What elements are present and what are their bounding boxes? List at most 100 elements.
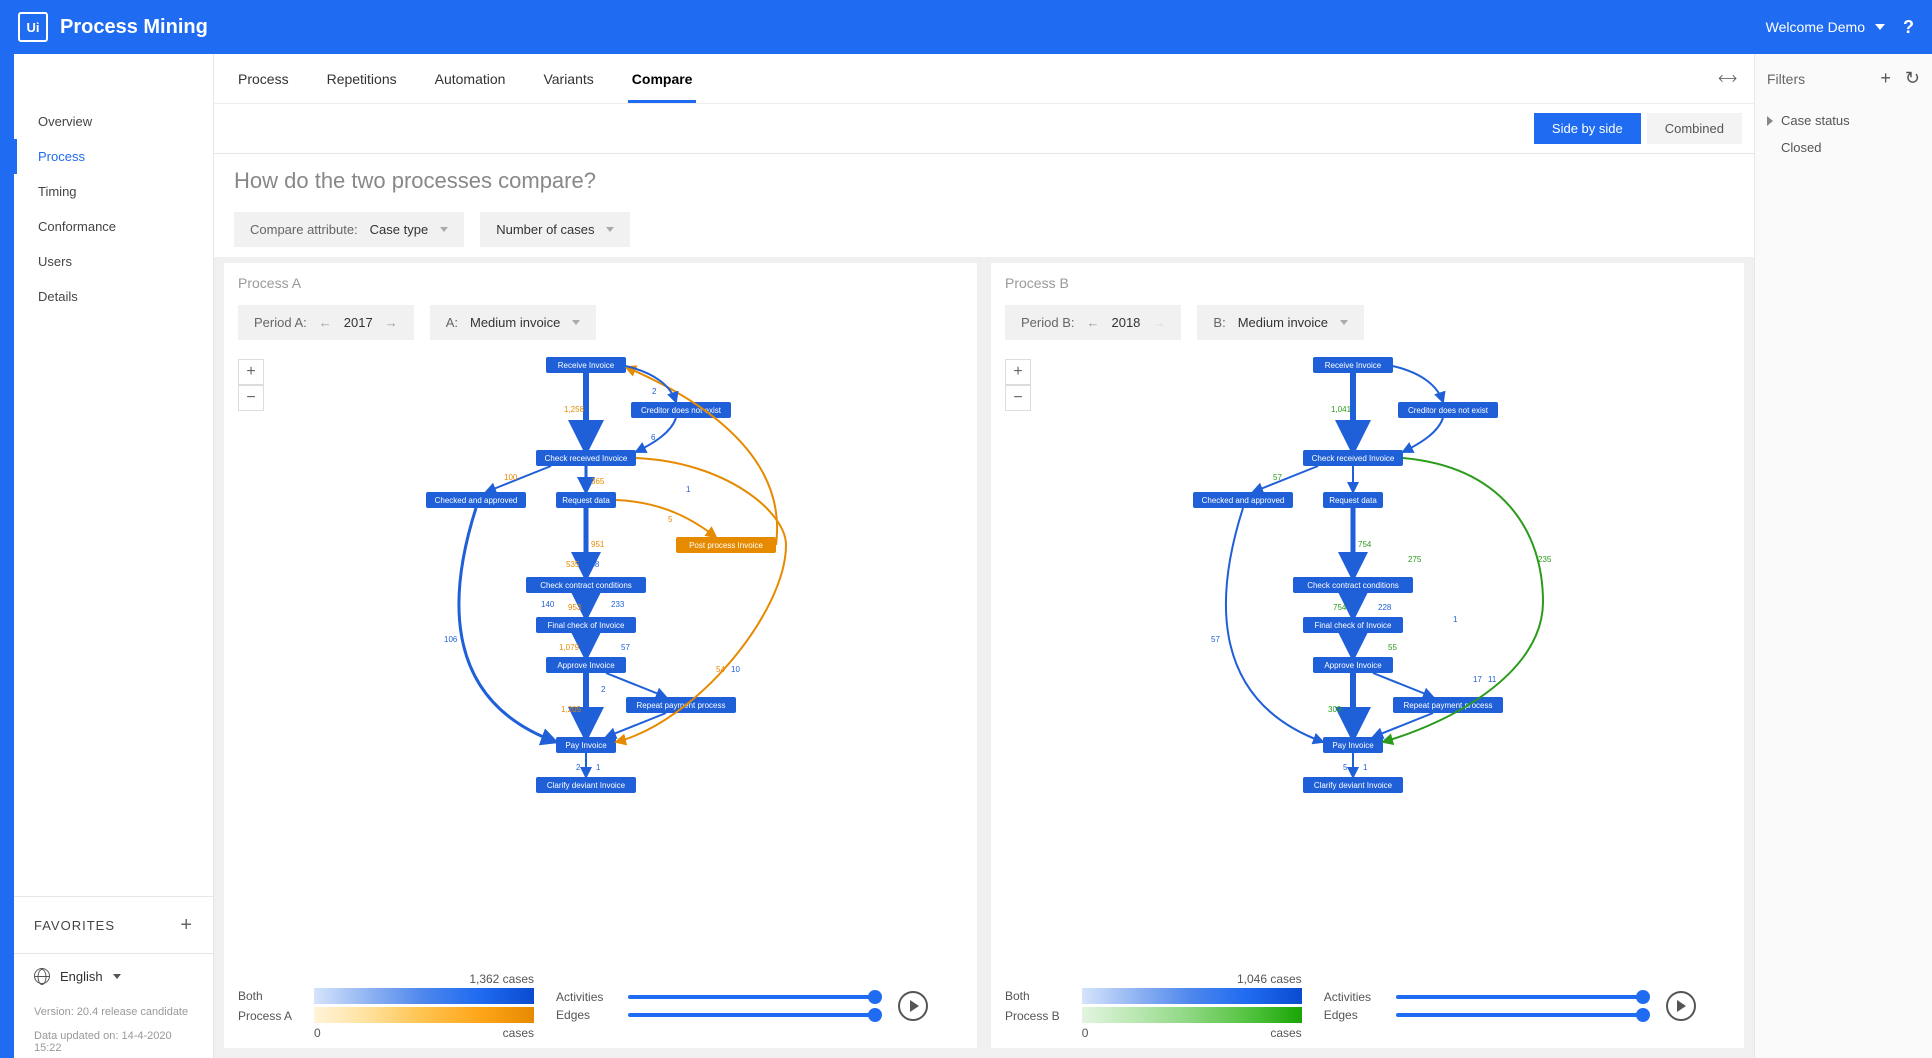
svg-text:5: 5 <box>1343 763 1348 772</box>
play-button-a[interactable] <box>898 991 928 1021</box>
svg-text:1,205: 1,205 <box>561 705 582 714</box>
compare-attr-label: Compare attribute: <box>250 222 358 237</box>
slider-thumb[interactable] <box>868 1008 882 1022</box>
slider-thumb[interactable] <box>1636 1008 1650 1022</box>
nav-details[interactable]: Details <box>14 279 213 314</box>
svg-text:Creditor does not exist: Creditor does not exist <box>1407 406 1488 415</box>
add-filter-icon[interactable]: + <box>1880 68 1891 89</box>
tab-compare[interactable]: Compare <box>628 55 697 103</box>
process-a-title: Process A <box>238 275 963 291</box>
process-b-graph[interactable]: Receive Invoice Creditor does not exist … <box>1153 352 1583 882</box>
globe-icon <box>34 968 50 984</box>
activities-slider-b[interactable] <box>1396 995 1644 999</box>
chevron-down-icon <box>1875 24 1885 30</box>
add-favorite-icon[interactable]: + <box>180 915 193 935</box>
nav-users[interactable]: Users <box>14 244 213 279</box>
zoom-out-button[interactable]: − <box>238 385 264 411</box>
arrow-right-icon[interactable]: → <box>385 315 398 330</box>
play-icon <box>910 1000 919 1012</box>
attr-b-selector[interactable]: B: Medium invoice <box>1197 305 1364 340</box>
slider-thumb[interactable] <box>868 990 882 1004</box>
edges-slider-label: Edges <box>556 1008 616 1022</box>
nav-process[interactable]: Process <box>14 139 213 174</box>
metric-value: Number of cases <box>496 222 594 237</box>
refresh-icon[interactable]: ↻ <box>1905 68 1920 89</box>
expand-icon[interactable]: ⤢ <box>1714 66 1739 91</box>
filter-case-status[interactable]: Case status <box>1767 107 1920 134</box>
svg-text:1: 1 <box>686 485 691 494</box>
svg-text:275: 275 <box>1408 555 1422 564</box>
svg-text:1,079: 1,079 <box>559 643 580 652</box>
svg-text:Repeat payment process: Repeat payment process <box>1403 701 1492 710</box>
svg-text:Check contract conditions: Check contract conditions <box>1307 581 1399 590</box>
svg-text:Receive Invoice: Receive Invoice <box>1324 361 1381 370</box>
zoom-out-button[interactable]: − <box>1005 385 1031 411</box>
data-updated-label: Data updated on: 14-4-2020 15:22 <box>14 1022 213 1058</box>
attr-a-value: Medium invoice <box>470 315 560 330</box>
slider-thumb[interactable] <box>1636 990 1650 1004</box>
attr-a-selector[interactable]: A: Medium invoice <box>430 305 597 340</box>
tab-automation[interactable]: Automation <box>431 55 510 103</box>
edges-slider-b[interactable] <box>1396 1013 1644 1017</box>
tab-repetitions[interactable]: Repetitions <box>323 55 401 103</box>
nav-conformance[interactable]: Conformance <box>14 209 213 244</box>
svg-text:1,041: 1,041 <box>1331 405 1352 414</box>
nav-timing[interactable]: Timing <box>14 174 213 209</box>
svg-text:951: 951 <box>591 540 605 549</box>
chevron-down-icon <box>1340 320 1348 325</box>
svg-text:228: 228 <box>1378 603 1392 612</box>
filter-closed[interactable]: Closed <box>1767 134 1920 161</box>
legend-a: 1,362 cases 0 cases <box>314 972 534 1040</box>
svg-text:106: 106 <box>444 635 458 644</box>
legend-row-both: Both <box>1005 986 1060 1006</box>
zoom-controls-a: + − <box>238 359 264 411</box>
process-b-title: Process B <box>1005 275 1730 291</box>
language-selector[interactable]: English <box>14 953 213 998</box>
edges-slider-a[interactable] <box>628 1013 876 1017</box>
side-by-side-button[interactable]: Side by side <box>1534 113 1641 144</box>
svg-text:55: 55 <box>1388 643 1397 652</box>
legend-unit-a: cases <box>503 1026 534 1040</box>
combined-button[interactable]: Combined <box>1647 113 1742 144</box>
svg-text:10: 10 <box>731 665 740 674</box>
svg-text:Final check of Invoice: Final check of Invoice <box>1314 621 1391 630</box>
viewmode-bar: Side by side Combined <box>214 104 1754 154</box>
metric-selector[interactable]: Number of cases <box>480 212 630 247</box>
period-b-label: Period B: <box>1021 315 1074 330</box>
play-button-b[interactable] <box>1666 991 1696 1021</box>
nav-overview[interactable]: Overview <box>14 104 213 139</box>
svg-text:100: 100 <box>504 473 518 482</box>
svg-text:365: 365 <box>591 477 605 486</box>
user-menu[interactable]: Welcome Demo <box>1766 19 1885 35</box>
compare-attribute-selector[interactable]: Compare attribute: Case type <box>234 212 464 247</box>
process-a-panel: Process A Period A: ← 2017 → A: Medium i… <box>224 263 977 1048</box>
legend-row-b: Process B <box>1005 1006 1060 1026</box>
zoom-in-button[interactable]: + <box>238 359 264 385</box>
zoom-in-button[interactable]: + <box>1005 359 1031 385</box>
svg-text:2: 2 <box>601 685 606 694</box>
process-a-graph[interactable]: Receive Invoice Creditor does not exist … <box>386 352 816 882</box>
period-a-label: Period A: <box>254 315 307 330</box>
attr-b-label: B: <box>1213 315 1225 330</box>
app-header: Ui Process Mining Welcome Demo ? <box>0 0 1932 54</box>
svg-text:Approve Invoice: Approve Invoice <box>557 661 615 670</box>
arrow-left-icon[interactable]: ← <box>1086 315 1099 330</box>
activities-slider-a[interactable] <box>628 995 876 999</box>
svg-text:Pay Invoice: Pay Invoice <box>1332 741 1374 750</box>
arrow-right-icon: → <box>1152 315 1165 330</box>
period-b-selector[interactable]: Period B: ← 2018 → <box>1005 305 1181 340</box>
svg-text:Check contract conditions: Check contract conditions <box>540 581 632 590</box>
tab-process[interactable]: Process <box>234 55 293 103</box>
arrow-left-icon[interactable]: ← <box>319 315 332 330</box>
period-a-selector[interactable]: Period A: ← 2017 → <box>238 305 414 340</box>
sidebar: Overview Process Timing Conformance User… <box>14 54 214 1058</box>
svg-text:Checked and approved: Checked and approved <box>1201 496 1284 505</box>
svg-text:1: 1 <box>1363 763 1368 772</box>
zoom-controls-b: + − <box>1005 359 1031 411</box>
tab-variants[interactable]: Variants <box>539 55 597 103</box>
svg-text:535: 535 <box>566 560 580 569</box>
chevron-right-icon <box>1767 116 1773 126</box>
svg-text:6: 6 <box>651 433 656 442</box>
help-icon[interactable]: ? <box>1903 17 1914 38</box>
play-icon <box>1677 1000 1686 1012</box>
